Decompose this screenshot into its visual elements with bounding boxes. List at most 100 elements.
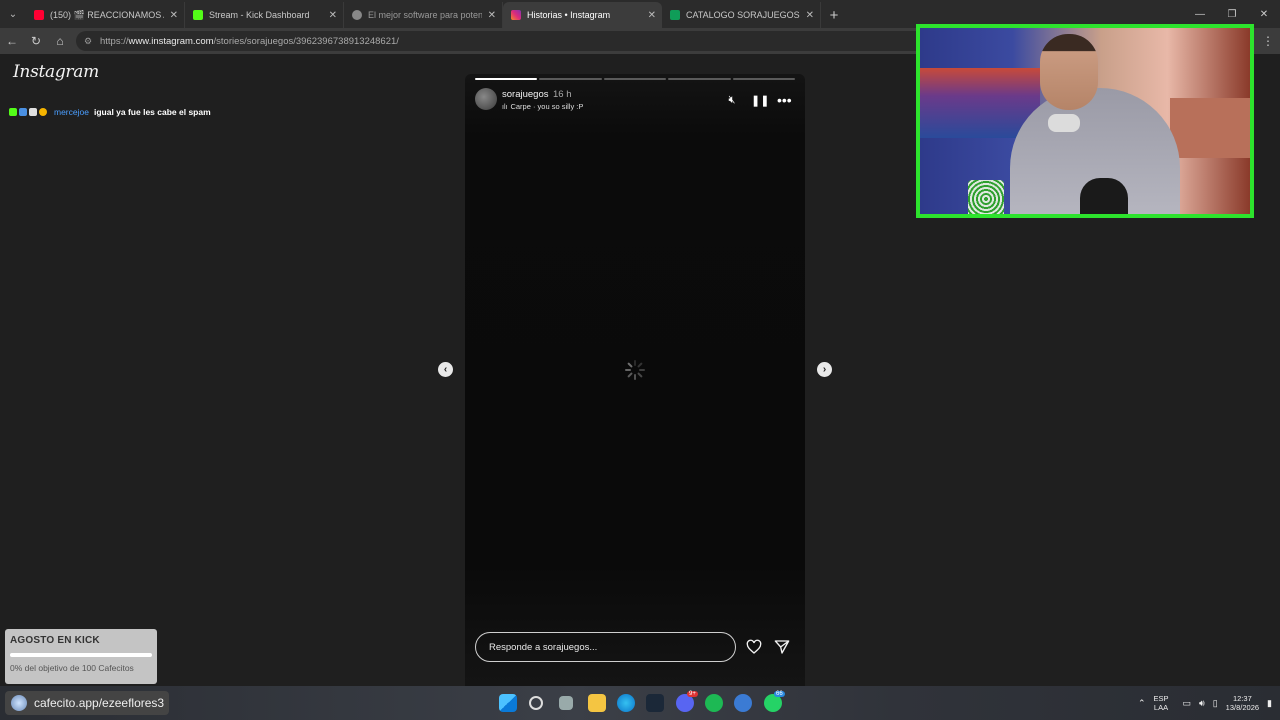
back-icon[interactable]: ← xyxy=(0,29,24,53)
volume-icon[interactable]: 🔊︎ xyxy=(1199,698,1205,709)
music-label: Carpe · you so silly :P xyxy=(510,102,584,111)
browser-tab-instagram[interactable]: Historias • Instagram ✕ xyxy=(503,2,662,28)
site-info-icon[interactable]: ⚙ xyxy=(84,36,94,46)
like-icon[interactable] xyxy=(746,639,762,655)
instagram-logo[interactable]: Instagram xyxy=(13,62,99,82)
browser-tab-sheets[interactable]: CATALOGO SORAJUEGOS - Hojas ✕ xyxy=(662,2,821,28)
chat-message: mercejoe igual ya fue les cabe el spam xyxy=(9,107,211,117)
taskbar: cafecito.app/ezeeflores3 9+ 66 ⌃ ESP LAA… xyxy=(0,686,1280,720)
gift-badge-icon xyxy=(39,108,47,116)
lang-line2: LAA xyxy=(1153,703,1169,712)
next-story-button[interactable]: › xyxy=(817,362,832,377)
clock[interactable]: 12:37 13/8/2026 xyxy=(1226,694,1259,712)
chat-text: igual ya fue les cabe el spam xyxy=(93,107,211,117)
story-progress xyxy=(475,78,796,80)
reply-placeholder: Responde a sorajuegos... xyxy=(489,641,598,653)
browser-tab-software[interactable]: El mejor software para potenciar ✕ xyxy=(344,2,503,28)
webcam-cat xyxy=(1080,178,1128,214)
webcam-overlay xyxy=(916,24,1254,218)
story-viewer[interactable]: sorajuegos 16 h ılı Carpe · you so silly … xyxy=(465,74,805,686)
whatsapp-badge: 66 xyxy=(774,691,785,697)
url-host: www.instagram.com xyxy=(128,35,214,47)
story-progress-segment xyxy=(668,78,731,80)
webcam-mug xyxy=(968,180,1004,214)
screen: ⌄ (150) 🎬 REACCIONAMOS A LOS ✕ Stream - … xyxy=(0,0,1280,720)
avatar[interactable] xyxy=(475,88,497,110)
clock-date: 13/8/2026 xyxy=(1225,703,1260,712)
browser-menu-icon[interactable]: ⋮ xyxy=(1262,34,1274,48)
close-icon[interactable]: ✕ xyxy=(170,10,178,21)
story-username[interactable]: sorajuegos xyxy=(502,89,548,100)
notification-icon[interactable]: ▮ xyxy=(1267,698,1272,709)
taskbar-url: cafecito.app/ezeeflores3 xyxy=(34,696,165,710)
url-prefix: https:// xyxy=(100,35,129,47)
tab-title: (150) 🎬 REACCIONAMOS A LOS xyxy=(50,9,164,20)
edge-icon[interactable] xyxy=(617,694,635,712)
reload-icon[interactable]: ↻ xyxy=(24,29,48,53)
close-icon[interactable]: ✕ xyxy=(488,10,496,21)
pause-icon[interactable]: ❚❚ xyxy=(751,94,769,107)
clock-time: 12:37 xyxy=(1232,694,1252,703)
new-tab-button[interactable]: + xyxy=(821,2,847,28)
reply-input[interactable]: Responde a sorajuegos... xyxy=(475,632,736,662)
goal-progress-bar xyxy=(10,653,152,657)
tab-title: El mejor software para potenciar xyxy=(368,10,482,20)
story-progress-segment xyxy=(603,78,667,80)
url-path: /stories/sorajuegos/3962396738913248621/ xyxy=(213,35,399,47)
music-icon: ılı xyxy=(502,104,508,111)
goal-title: AGOSTO EN KICK xyxy=(10,635,100,646)
search-icon[interactable] xyxy=(529,696,543,710)
story-progress-segment xyxy=(539,78,602,80)
tab-title: CATALOGO SORAJUEGOS - Hojas xyxy=(686,10,800,20)
close-icon[interactable]: ✕ xyxy=(648,10,656,21)
tab-search-button[interactable]: ⌄ xyxy=(0,0,26,28)
donation-goal-widget: AGOSTO EN KICK 0% del objetivo de 100 Ca… xyxy=(5,629,157,684)
steam-icon[interactable] xyxy=(646,694,664,712)
system-tray: ⌃ ESP LAA ▭ 🔊︎ ▯ 12:37 13/8/2026 ▮ xyxy=(1138,686,1280,720)
home-icon[interactable]: ⌂ xyxy=(48,29,72,53)
webcam-bed xyxy=(1170,98,1250,158)
spotify-icon[interactable] xyxy=(705,694,723,712)
browser-tab-youtube[interactable]: (150) 🎬 REACCIONAMOS A LOS ✕ xyxy=(26,2,185,28)
mute-icon[interactable]: 🔇︎ xyxy=(725,94,739,107)
story-progress-segment xyxy=(732,78,796,80)
previous-story-button[interactable]: ‹ xyxy=(438,362,453,377)
lang-line1: ESP xyxy=(1153,694,1169,703)
kick-icon xyxy=(193,10,203,20)
story-time: 16 h xyxy=(553,89,572,100)
story-controls: 🔇︎ ❚❚ ••• xyxy=(725,92,792,108)
more-options-icon[interactable]: ••• xyxy=(777,92,792,108)
webcam-video xyxy=(920,28,1250,214)
task-view-icon[interactable] xyxy=(559,696,573,710)
file-explorer-icon[interactable] xyxy=(588,694,606,712)
start-icon[interactable] xyxy=(499,694,517,712)
send-icon[interactable] xyxy=(774,639,790,655)
discord-badge: 9+ xyxy=(687,691,698,697)
network-icon[interactable]: ▭ xyxy=(1183,698,1192,709)
webcam-microphone xyxy=(1048,114,1080,132)
story-music[interactable]: ılı Carpe · you so silly :P xyxy=(502,102,583,111)
verified-badge-icon xyxy=(29,108,37,116)
tab-title: Historias • Instagram xyxy=(527,10,611,20)
browser-tab-kick[interactable]: Stream - Kick Dashboard ✕ xyxy=(185,2,344,28)
close-icon[interactable]: ✕ xyxy=(329,10,337,21)
taskbar-url-overlay: cafecito.app/ezeeflores3 xyxy=(5,691,169,715)
kick-badge-icon xyxy=(9,108,17,116)
globe-icon xyxy=(11,695,27,711)
story-progress-segment xyxy=(475,78,538,80)
instagram-icon xyxy=(511,10,521,20)
goal-text: 0% del objetivo de 100 Cafecitos xyxy=(10,663,134,673)
site-icon xyxy=(352,10,362,20)
sub-badge-icon xyxy=(19,108,27,116)
youtube-icon xyxy=(34,10,44,20)
sheets-icon xyxy=(670,10,680,20)
close-icon[interactable]: ✕ xyxy=(806,10,814,21)
chevron-up-icon[interactable]: ⌃ xyxy=(1138,698,1146,709)
battery-icon[interactable]: ▯ xyxy=(1213,698,1218,709)
loading-spinner xyxy=(625,360,645,380)
tab-title: Stream - Kick Dashboard xyxy=(209,10,310,20)
language-indicator[interactable]: ESP LAA xyxy=(1154,694,1169,712)
chat-username: mercejoe xyxy=(54,107,89,117)
app-icon[interactable] xyxy=(734,694,752,712)
webcam-streamer-head xyxy=(1040,34,1098,110)
